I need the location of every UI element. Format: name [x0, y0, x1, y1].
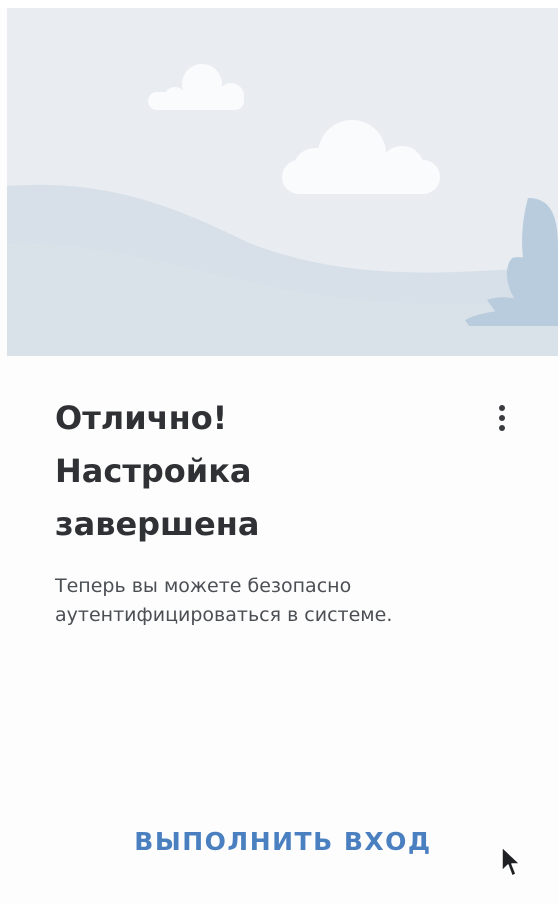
top-strip — [0, 0, 558, 8]
more-vertical-icon — [499, 405, 505, 431]
login-button[interactable]: ВЫПОЛНИТЬ ВХОД — [120, 808, 446, 874]
title-line: завершена — [55, 505, 260, 543]
mouse-pointer-icon — [501, 846, 521, 877]
card-content: Отлично! Настройка завершена Теперь вы м… — [0, 356, 558, 904]
description: Теперь вы можете безопасно аутентифициро… — [55, 572, 495, 630]
description-line: Теперь вы можете безопасно — [55, 575, 352, 597]
more-options-button[interactable] — [486, 398, 518, 438]
hero-illustration — [7, 8, 558, 356]
description-line: аутентифицироваться в системе. — [55, 604, 393, 626]
title-line: Отлично! — [55, 399, 228, 437]
page-title: Отлично! Настройка завершена — [55, 392, 455, 551]
setup-complete-screen: Отлично! Настройка завершена Теперь вы м… — [0, 0, 558, 904]
title-line: Настройка — [55, 452, 252, 490]
